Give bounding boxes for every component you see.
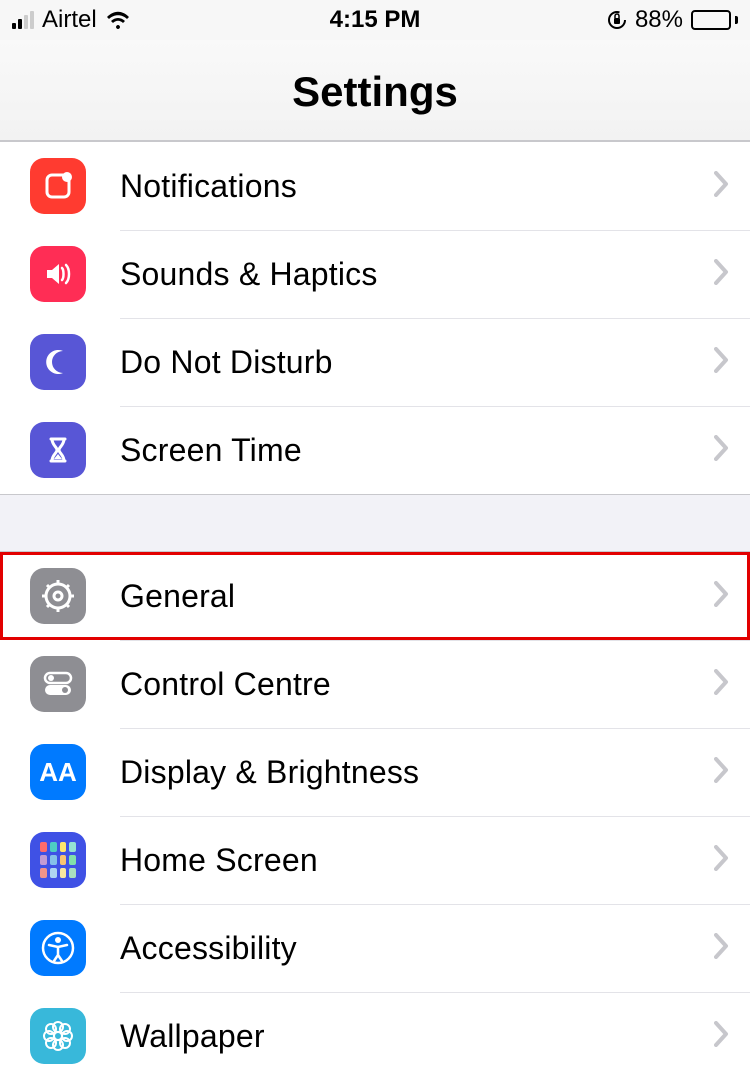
- accessibility-icon: [30, 920, 86, 976]
- chevron-right-icon: [714, 1021, 730, 1052]
- notifications-icon: [30, 158, 86, 214]
- chevron-right-icon: [714, 171, 730, 202]
- speaker-icon: [30, 246, 86, 302]
- chevron-right-icon: [714, 581, 730, 612]
- chevron-right-icon: [714, 347, 730, 378]
- row-display[interactable]: AA Display & Brightness: [0, 728, 750, 816]
- clock: 4:15 PM: [0, 6, 750, 34]
- chevron-right-icon: [714, 435, 730, 466]
- row-dnd[interactable]: Do Not Disturb: [0, 318, 750, 406]
- moon-icon: [30, 334, 86, 390]
- row-label: Home Screen: [120, 842, 714, 879]
- row-wallpaper[interactable]: Wallpaper: [0, 992, 750, 1080]
- chevron-right-icon: [714, 845, 730, 876]
- row-label: Wallpaper: [120, 1018, 714, 1055]
- row-controlcentre[interactable]: Control Centre: [0, 640, 750, 728]
- row-label: Accessibility: [120, 930, 714, 967]
- chevron-right-icon: [714, 259, 730, 290]
- chevron-right-icon: [714, 669, 730, 700]
- row-notifications[interactable]: Notifications: [0, 142, 750, 230]
- flower-icon: [30, 1008, 86, 1064]
- settings-group-1: Notifications Sounds & Haptics Do Not Di…: [0, 141, 750, 495]
- chevron-right-icon: [714, 757, 730, 788]
- row-sounds[interactable]: Sounds & Haptics: [0, 230, 750, 318]
- row-general[interactable]: General: [0, 552, 750, 640]
- row-label: Screen Time: [120, 432, 714, 469]
- row-label: Control Centre: [120, 666, 714, 703]
- row-label: Do Not Disturb: [120, 344, 714, 381]
- hourglass-icon: [30, 422, 86, 478]
- status-bar: Airtel 4:15 PM 88%: [0, 0, 750, 40]
- row-label: Display & Brightness: [120, 754, 714, 791]
- row-homescreen[interactable]: Home Screen: [0, 816, 750, 904]
- text-size-icon: AA: [30, 744, 86, 800]
- row-label: Notifications: [120, 168, 714, 205]
- toggles-icon: [30, 656, 86, 712]
- home-grid-icon: [30, 832, 86, 888]
- gear-icon: [30, 568, 86, 624]
- page-title: Settings: [0, 40, 750, 141]
- row-label: General: [120, 578, 714, 615]
- row-screentime[interactable]: Screen Time: [0, 406, 750, 494]
- row-accessibility[interactable]: Accessibility: [0, 904, 750, 992]
- settings-group-2: General Control Centre AA Display & Brig…: [0, 551, 750, 1080]
- row-label: Sounds & Haptics: [120, 256, 714, 293]
- chevron-right-icon: [714, 933, 730, 964]
